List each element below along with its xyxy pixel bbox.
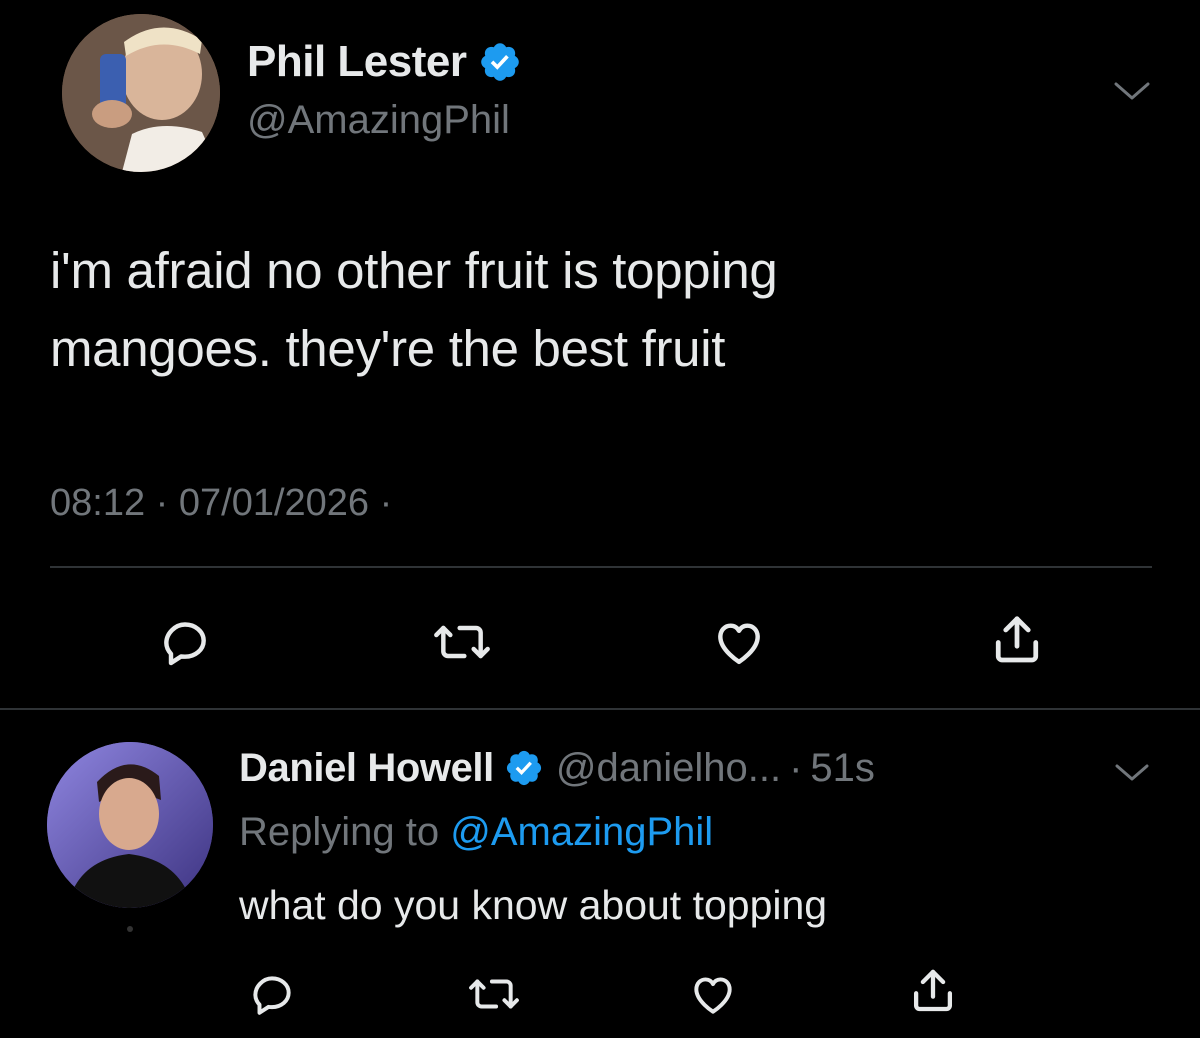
retweet-icon bbox=[469, 979, 519, 1009]
separator-dot: · bbox=[789, 745, 803, 790]
retweet-button[interactable] bbox=[458, 966, 530, 1022]
more-options-chevron-icon[interactable] bbox=[1110, 76, 1154, 106]
reply-header: Daniel Howell @danielho... · 51s bbox=[239, 740, 875, 796]
more-options-chevron-icon[interactable] bbox=[1112, 758, 1152, 786]
retweet-icon bbox=[434, 625, 490, 659]
reply-text: what do you know about topping bbox=[239, 882, 828, 928]
reply-icon bbox=[164, 622, 206, 666]
main-tweet: Phil Lester @AmazingPhil i'm afraid no o… bbox=[0, 0, 1200, 710]
replying-to-handle-link[interactable]: @AmazingPhil bbox=[450, 810, 713, 854]
like-button[interactable] bbox=[682, 966, 744, 1022]
reply-action-bar bbox=[0, 962, 1200, 1022]
avatar-image bbox=[47, 742, 213, 908]
reply-timestamp[interactable]: 51s bbox=[810, 746, 875, 791]
verified-badge-icon bbox=[504, 748, 544, 788]
verified-badge-icon bbox=[478, 40, 522, 84]
author-name[interactable]: Phil Lester bbox=[247, 37, 467, 87]
reply-icon bbox=[253, 976, 291, 1015]
share-icon bbox=[913, 969, 953, 1012]
like-icon bbox=[694, 977, 732, 1014]
avatar-image bbox=[62, 14, 220, 172]
replying-to-label: Replying to bbox=[239, 810, 440, 854]
author-handle[interactable]: @AmazingPhil bbox=[247, 98, 510, 143]
tweet-action-bar bbox=[0, 604, 1200, 674]
reply-author-handle[interactable]: @danielho... bbox=[556, 746, 781, 791]
avatar-phil-lester[interactable] bbox=[62, 14, 220, 172]
tweet-timestamp[interactable]: 08:12 · 07/01/2026 · bbox=[50, 482, 392, 525]
tweet-text-line: mangoes. they're the best fruit bbox=[50, 320, 726, 377]
reply-button[interactable] bbox=[150, 612, 220, 672]
like-button[interactable] bbox=[704, 612, 774, 672]
share-button[interactable] bbox=[982, 608, 1052, 672]
retweet-button[interactable] bbox=[422, 612, 502, 672]
divider bbox=[50, 566, 1152, 568]
reply-button[interactable] bbox=[242, 966, 302, 1022]
divider bbox=[0, 708, 1200, 710]
replying-to: Replying to @AmazingPhil bbox=[239, 810, 713, 855]
tweet-text: i'm afraid no other fruit is topping man… bbox=[50, 232, 1160, 388]
like-icon bbox=[718, 623, 760, 665]
share-icon bbox=[995, 616, 1039, 663]
avatar-daniel-howell[interactable] bbox=[47, 742, 213, 908]
thread-dot bbox=[127, 926, 133, 932]
tweet-text-line: i'm afraid no other fruit is topping bbox=[50, 242, 778, 299]
reply-author-name[interactable]: Daniel Howell bbox=[239, 746, 494, 791]
share-button[interactable] bbox=[902, 962, 964, 1020]
author-name-row: Phil Lester bbox=[247, 34, 522, 90]
